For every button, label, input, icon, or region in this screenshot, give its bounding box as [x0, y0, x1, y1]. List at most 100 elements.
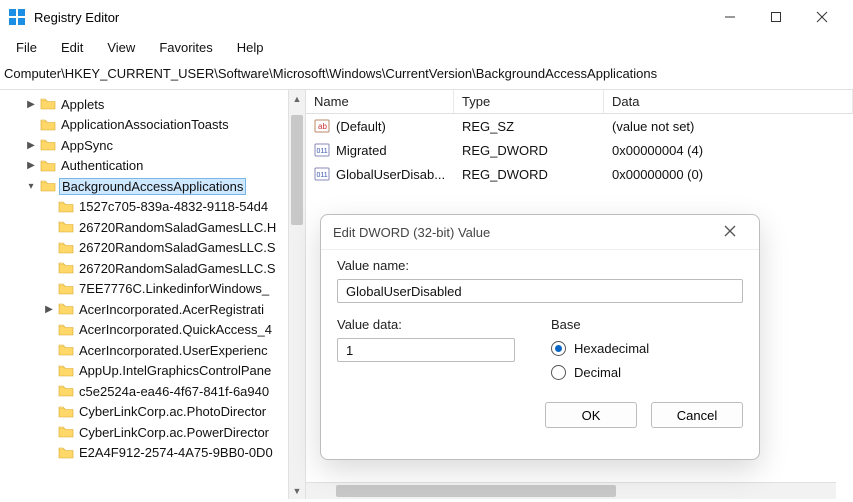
value-name-label: Value name:: [337, 258, 743, 273]
expand-icon[interactable]: ▶: [42, 304, 56, 315]
tree-item-label: 26720RandomSaladGamesLLC.H: [79, 220, 276, 235]
tree-item[interactable]: ▾ BackgroundAccessApplications: [0, 176, 305, 197]
tree-item[interactable]: AppUp.IntelGraphicsControlPane: [0, 361, 305, 382]
folder-icon: [58, 343, 74, 357]
list-row[interactable]: ab(Default)REG_SZ(value not set): [306, 114, 853, 138]
value-data-label: Value data:: [337, 317, 515, 332]
tree-item[interactable]: ▶Authentication: [0, 156, 305, 177]
folder-icon: [58, 446, 74, 460]
minimize-button[interactable]: [707, 1, 753, 33]
tree-item-label: E2A4F912-2574-4A75-9BB0-0D0: [79, 445, 273, 460]
tree-item[interactable]: ▶ AppSync: [0, 135, 305, 156]
expand-icon[interactable]: ▾: [24, 181, 38, 192]
tree-item[interactable]: ▶ AcerIncorporated.AcerRegistrati: [0, 299, 305, 320]
svg-text:011: 011: [317, 148, 328, 155]
col-header-type[interactable]: Type: [454, 90, 604, 113]
radio-hexadecimal[interactable]: Hexadecimal: [551, 341, 743, 356]
tree-item-label: AcerIncorporated.AcerRegistrati: [79, 302, 264, 317]
vertical-scrollbar[interactable]: ▲▼: [288, 90, 305, 499]
value-type: REG_DWORD: [462, 167, 548, 182]
window-title: Registry Editor: [34, 10, 707, 25]
value-data-input[interactable]: [337, 338, 515, 362]
tree-item[interactable]: 7EE7776C.LinkedinforWindows_: [0, 279, 305, 300]
app-icon: [8, 8, 26, 26]
tree-item-label: c5e2524a-ea46-4f67-841f-6a940: [79, 384, 269, 399]
window-controls: [707, 1, 845, 33]
tree-item[interactable]: AcerIncorporated.UserExperienc: [0, 340, 305, 361]
tree-item-label: Applets: [61, 97, 104, 112]
expand-icon[interactable]: ▶: [24, 140, 38, 151]
list-row[interactable]: 011 GlobalUserDisab... REG_DWORD 0x00000000…: [306, 162, 853, 186]
cancel-button[interactable]: Cancel: [651, 402, 743, 428]
tree-item-label: AcerIncorporated.QuickAccess_4: [79, 322, 272, 337]
value-data: 0x00000000 (0): [612, 167, 703, 182]
col-header-data[interactable]: Data: [604, 90, 853, 113]
horizontal-scrollbar[interactable]: [306, 482, 836, 499]
dialog-title-text: Edit DWORD (32-bit) Value: [333, 225, 490, 240]
tree-item[interactable]: CyberLinkCorp.ac.PowerDirector: [0, 422, 305, 443]
value-type: REG_DWORD: [462, 143, 548, 158]
list-row[interactable]: 011MigratedREG_DWORD0x00000004 (4): [306, 138, 853, 162]
list-header: Name Type Data: [306, 90, 853, 114]
maximize-button[interactable]: [753, 1, 799, 33]
tree-item[interactable]: 1527c705-839a-4832-9118-54d4: [0, 197, 305, 218]
folder-icon: [58, 302, 74, 316]
radio-dec-label: Decimal: [574, 365, 621, 380]
tree-item[interactable]: ▶ Applets: [0, 94, 305, 115]
tree-item[interactable]: 26720RandomSaladGamesLLC.S: [0, 258, 305, 279]
tree-item-label: 1527c705-839a-4832-9118-54d4: [79, 199, 268, 214]
folder-icon: [40, 97, 56, 111]
dialog-close-button[interactable]: [713, 225, 747, 240]
value-name: (Default): [336, 119, 386, 134]
tree-item-label: 26720RandomSaladGamesLLC.S: [79, 261, 276, 276]
value-icon: ab: [314, 118, 330, 134]
folder-icon: [40, 159, 56, 173]
tree-item[interactable]: ApplicationAssociationToasts: [0, 115, 305, 136]
menu-file[interactable]: File: [6, 37, 47, 58]
tree-item[interactable]: 26720RandomSaladGamesLLC.H: [0, 217, 305, 238]
title-bar: Registry Editor: [0, 0, 853, 34]
menu-view[interactable]: View: [97, 37, 145, 58]
tree-item-label: CyberLinkCorp.ac.PowerDirector: [79, 425, 269, 440]
tree-item-label: 7EE7776C.LinkedinforWindows_: [79, 281, 269, 296]
radio-decimal[interactable]: Decimal: [551, 365, 743, 380]
menu-bar: File Edit View Favorites Help: [0, 34, 853, 60]
value-icon: 011: [314, 166, 330, 182]
tree-item-label: AppSync: [61, 138, 113, 153]
folder-icon: [58, 384, 74, 398]
folder-icon: [58, 364, 74, 378]
folder-icon: [58, 282, 74, 296]
expand-icon[interactable]: ▶: [24, 99, 38, 110]
col-header-name[interactable]: Name: [306, 90, 454, 113]
list-rows: ab(Default)REG_SZ(value not set)011Migra…: [306, 114, 853, 186]
radio-hex-label: Hexadecimal: [574, 341, 649, 356]
tree-item[interactable]: AcerIncorporated.QuickAccess_4: [0, 320, 305, 341]
value-data: 0x00000004 (4): [612, 143, 703, 158]
tree-item[interactable]: c5e2524a-ea46-4f67-841f-6a940: [0, 381, 305, 402]
folder-icon: [58, 425, 74, 439]
ok-button[interactable]: OK: [545, 402, 637, 428]
folder-icon: [40, 179, 56, 193]
svg-text:011: 011: [317, 172, 328, 179]
expand-icon[interactable]: ▶: [24, 160, 38, 171]
folder-icon: [58, 220, 74, 234]
value-icon: 011: [314, 142, 330, 158]
address-bar[interactable]: Computer\HKEY_CURRENT_USER\Software\Micr…: [0, 60, 853, 90]
tree-view[interactable]: ▶ Applets ApplicationAssociationToasts ▶ App…: [0, 90, 306, 499]
tree-item-label: CyberLinkCorp.ac.PhotoDirector: [79, 404, 266, 419]
close-button[interactable]: [799, 1, 845, 33]
tree-item[interactable]: CyberLinkCorp.ac.PhotoDirector: [0, 402, 305, 423]
menu-favorites[interactable]: Favorites: [149, 37, 222, 58]
menu-edit[interactable]: Edit: [51, 37, 93, 58]
tree-item-label: BackgroundAccessApplications: [59, 178, 246, 195]
value-data: (value not set): [612, 119, 694, 134]
value-name: GlobalUserDisab...: [336, 167, 445, 182]
value-name-input[interactable]: [337, 279, 743, 303]
tree-item[interactable]: 26720RandomSaladGamesLLC.S: [0, 238, 305, 259]
tree-item[interactable]: E2A4F912-2574-4A75-9BB0-0D0: [0, 443, 305, 464]
folder-icon: [40, 138, 56, 152]
radio-dec-icon: [551, 365, 566, 380]
folder-icon: [58, 261, 74, 275]
tree-item-label: 26720RandomSaladGamesLLC.S: [79, 240, 276, 255]
menu-help[interactable]: Help: [227, 37, 274, 58]
